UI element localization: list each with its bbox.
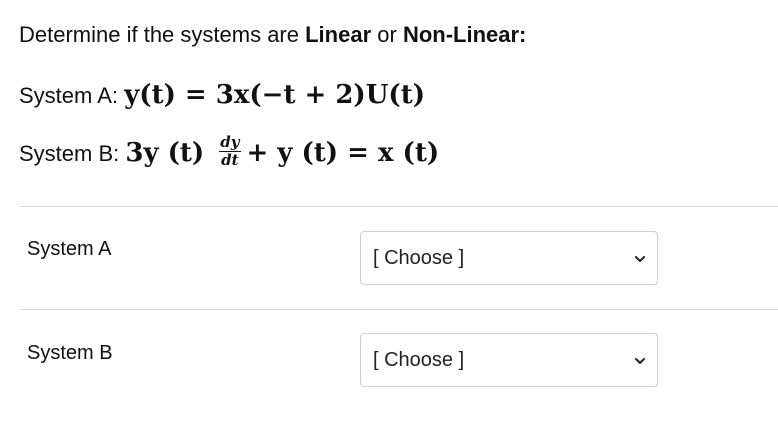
chevron-down-icon [635, 358, 645, 364]
system-a-prefix: System A: [19, 83, 125, 108]
system-a-equation: y(t) = 3x(−t + 2)U(t) [124, 80, 426, 110]
row-divider [19, 309, 778, 310]
or-word: or [371, 22, 403, 47]
system-a-selected-value: [ Choose ] [373, 247, 465, 269]
instruction-line: Determine if the systems are Linear or N… [19, 22, 526, 48]
system-b-selected-value: [ Choose ] [373, 349, 465, 371]
fraction-numerator: dy [219, 132, 241, 152]
system-b-row-label: System B [27, 342, 113, 364]
system-a-row-label: System A [27, 238, 112, 260]
system-b-prefix: System B: [19, 141, 126, 166]
nonlinear-keyword: Non-Linear: [402, 22, 527, 47]
system-a-equation-line: System A: y(t) = 3x(−t + 2)U(t) [19, 80, 425, 110]
system-a-select[interactable]: [ Choose ] [360, 231, 658, 285]
row-divider [19, 206, 778, 207]
chevron-down-icon [635, 256, 645, 262]
system-b-equation-line: System B: 3y (t) dy dt + y (t) = x (t) [19, 132, 440, 172]
linear-keyword: Linear [305, 22, 372, 47]
fraction-denominator: dt [221, 150, 239, 169]
system-b-lhs: 3y (t) [125, 138, 214, 168]
system-b-rhs: + y (t) = x (t) [246, 138, 440, 168]
derivative-fraction: dy dt [219, 132, 241, 169]
instruction-prefix: Determine if the systems are [19, 22, 306, 47]
system-b-select[interactable]: [ Choose ] [360, 333, 658, 387]
